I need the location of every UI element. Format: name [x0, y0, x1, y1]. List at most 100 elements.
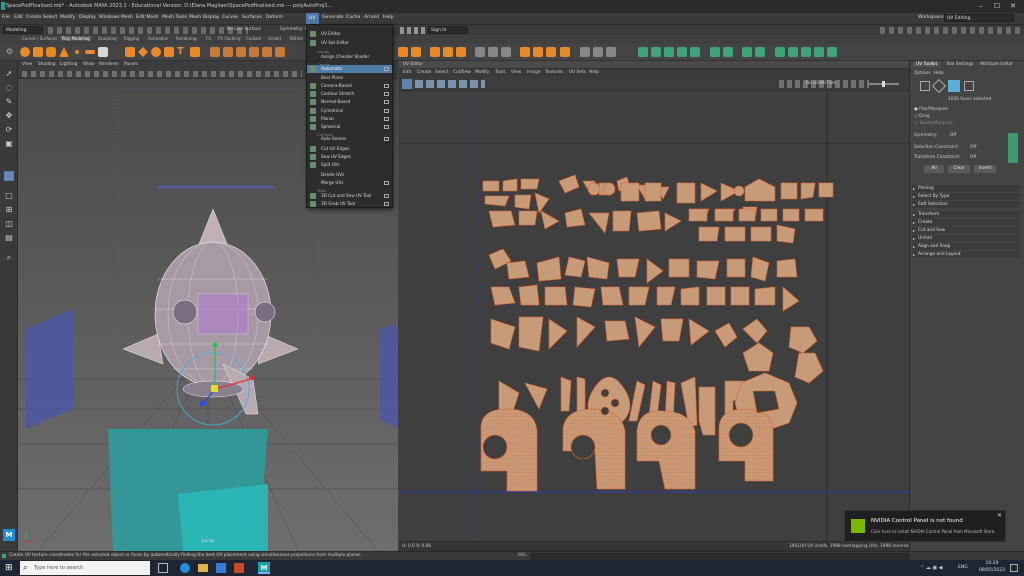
- cylindrical-option-box[interactable]: [384, 109, 389, 113]
- uv-menu-tools[interactable]: Tools: [495, 70, 506, 75]
- menu-arnold[interactable]: Arnold: [364, 15, 379, 20]
- panel-toggle-icons[interactable]: [880, 27, 1020, 34]
- menu-generate[interactable]: Generate: [322, 15, 343, 20]
- mode-select[interactable]: Modeling: [3, 26, 43, 34]
- search-icon[interactable]: ⌕: [4, 253, 14, 263]
- vp-menu-renderer[interactable]: Renderer: [99, 62, 119, 67]
- uv-menu-modify[interactable]: Modify: [475, 70, 489, 75]
- uv-menu-select[interactable]: Select: [435, 70, 448, 75]
- transform-constraint-value[interactable]: Off: [970, 155, 976, 160]
- radio-tweak[interactable]: ○ Tweak/Marquee: [914, 121, 953, 126]
- merge-icon[interactable]: [430, 47, 440, 57]
- menu-help[interactable]: Help: [383, 15, 393, 20]
- menu-item-uv-editor[interactable]: UV Editor: [307, 30, 392, 38]
- exposure-handle[interactable]: [882, 81, 885, 87]
- tab-uv-toolkit[interactable]: UV Toolkit: [913, 62, 941, 67]
- append-icon[interactable]: [456, 47, 466, 57]
- menu-windows[interactable]: Windows: [99, 15, 120, 20]
- tab-tool-settings[interactable]: Tool Settings: [946, 62, 973, 67]
- vp-menu-shading[interactable]: Shading: [38, 62, 55, 67]
- tab-animation[interactable]: Animation: [148, 36, 168, 41]
- uv-face-mode-icon[interactable]: [948, 80, 960, 92]
- uv-stack-icon[interactable]: [814, 47, 824, 57]
- tab-curves-surfaces[interactable]: Curves / Surfaces: [22, 36, 57, 41]
- select-all-button[interactable]: All: [924, 165, 944, 173]
- uv-menu-edit[interactable]: Edit: [403, 70, 411, 75]
- selection-constraint-value[interactable]: Off: [970, 145, 976, 150]
- mirror-icon[interactable]: [262, 47, 272, 57]
- uv-vertex-mode-icon[interactable]: [920, 81, 930, 91]
- menu-mesh[interactable]: Mesh: [121, 15, 133, 20]
- uv-edge-mode-icon[interactable]: [931, 78, 947, 94]
- poly-cone-icon[interactable]: [59, 47, 69, 57]
- uv-menu-image[interactable]: Image: [527, 70, 540, 75]
- menu-edit-mesh[interactable]: Edit Mesh: [136, 15, 158, 20]
- menu-cache[interactable]: Cache: [346, 15, 360, 20]
- symmetry-value[interactable]: Off: [950, 133, 956, 138]
- menu-select[interactable]: Select: [43, 15, 57, 20]
- retopo-icon[interactable]: [606, 47, 616, 57]
- command-line-input[interactable]: [530, 553, 910, 560]
- layout-single-icon[interactable]: □: [4, 191, 14, 201]
- menu-mesh-display[interactable]: Mesh Display: [189, 15, 220, 20]
- uv-menu-help[interactable]: Help: [589, 70, 599, 75]
- menu-uv[interactable]: UV: [306, 13, 319, 24]
- menu-item-assign-checker-shader[interactable]: Assign Checker Shader: [307, 53, 392, 61]
- radio-pick-marquee[interactable]: ● Pick/Marquee: [914, 107, 948, 112]
- section-pinning[interactable]: Pinning: [912, 185, 1020, 192]
- poly-torus-icon[interactable]: [72, 47, 82, 57]
- extrude-icon[interactable]: [275, 47, 285, 57]
- tab-attribute-editor[interactable]: Attribute Editor: [980, 62, 1013, 67]
- shelf-gear-icon[interactable]: ⚙: [6, 47, 14, 57]
- section-create[interactable]: Create: [912, 219, 1020, 226]
- rotate-tool-icon[interactable]: ⟳: [4, 125, 14, 135]
- bridge-icon[interactable]: [398, 47, 408, 57]
- uv-menu-uv-sets[interactable]: UV Sets: [569, 70, 586, 75]
- section-transform[interactable]: Transform: [912, 211, 1020, 218]
- menu-modify[interactable]: Modify: [60, 15, 75, 20]
- uv-straighten-icon[interactable]: [775, 47, 785, 57]
- menu-display[interactable]: Display: [79, 15, 96, 20]
- uv-cut-icon[interactable]: [710, 47, 720, 57]
- section-soft-selection[interactable]: Soft Selection: [912, 201, 1020, 208]
- separate-icon[interactable]: [223, 47, 233, 57]
- uv-unfold-icon[interactable]: [742, 47, 752, 57]
- uv-orient-icon[interactable]: [788, 47, 798, 57]
- auto-seams-option-box[interactable]: [384, 137, 389, 141]
- toolkit-menu-options[interactable]: Options: [914, 71, 931, 76]
- multi-cut-icon[interactable]: [475, 47, 485, 57]
- slide-edge-icon[interactable]: [520, 47, 530, 57]
- select-tool-icon[interactable]: ➚: [4, 69, 14, 79]
- section-arrange-and-layout[interactable]: Arrange and Layout: [912, 251, 1020, 258]
- svg-tool-icon[interactable]: [190, 47, 200, 57]
- section-unfold[interactable]: Unfold: [912, 235, 1020, 242]
- uv-layout-icon[interactable]: [690, 47, 700, 57]
- menu-item-uv-set-editor[interactable]: UV Set Editor: [307, 39, 392, 47]
- vp-menu-view[interactable]: View: [22, 62, 32, 67]
- vp-menu-panels[interactable]: Panels: [124, 62, 138, 67]
- offset-loop-icon[interactable]: [501, 47, 511, 57]
- section-align-and-snap[interactable]: Align and Snap: [912, 243, 1020, 250]
- contour-stretch-option-box[interactable]: [384, 92, 389, 96]
- maximize-button[interactable]: ☐: [992, 2, 1002, 10]
- render-icons[interactable]: [400, 27, 428, 34]
- close-button[interactable]: ✕: [1008, 2, 1018, 10]
- uv-menu-textures[interactable]: Textures: [545, 70, 563, 75]
- last-tool-icon[interactable]: ⬚: [4, 171, 14, 181]
- smooth-icon[interactable]: [236, 47, 246, 57]
- planar-option-box[interactable]: [384, 117, 389, 121]
- move-tool-icon[interactable]: ✥: [4, 111, 14, 121]
- menu-item-split-uvs[interactable]: Split UVs: [307, 161, 392, 169]
- tab-fx[interactable]: FX: [206, 36, 211, 41]
- section-cut-and-sew[interactable]: Cut and Sew: [912, 227, 1020, 234]
- viewport-toolbar-icons[interactable]: [22, 71, 302, 77]
- menu-item-3d-cut-and-sew[interactable]: 3D Cut and Sew UV Tool: [307, 192, 392, 200]
- soft-select-icon[interactable]: [580, 47, 590, 57]
- menu-deform[interactable]: Deform: [266, 15, 283, 20]
- tab-custom[interactable]: Custom: [246, 36, 261, 41]
- poly-sphere-icon[interactable]: [20, 47, 30, 57]
- menu-surfaces[interactable]: Surfaces: [242, 15, 262, 20]
- uv-cylindrical-icon[interactable]: [664, 47, 674, 57]
- constraint-toggle-icons[interactable]: [1008, 133, 1018, 163]
- automatic-option-box[interactable]: [384, 67, 389, 71]
